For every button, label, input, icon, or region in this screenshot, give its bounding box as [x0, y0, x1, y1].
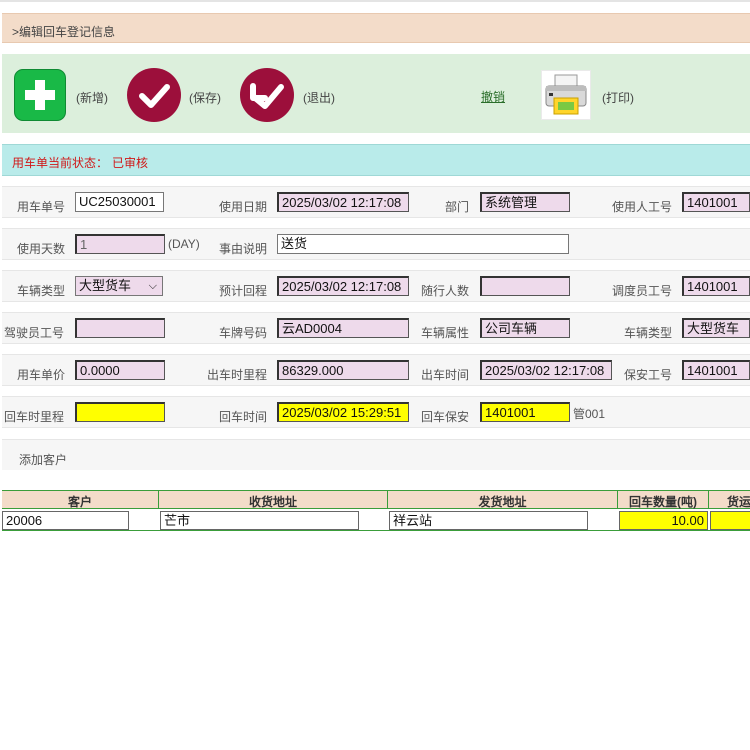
order-no-label: 用车单号 — [17, 200, 66, 214]
vehicle-type-value: 大型货车 — [79, 278, 132, 293]
return-security-field[interactable]: 1401001 — [480, 402, 570, 422]
status-badge: 已审核 — [112, 156, 149, 170]
dept-field[interactable]: 系统管理 — [480, 192, 570, 212]
unit-price-label: 用车单价 — [17, 368, 66, 382]
col-ship-addr: 发货地址 — [478, 495, 527, 509]
return-qty-cell[interactable]: 10.00 — [619, 511, 708, 530]
toolbar: (新增) (保存) (退出) 撤销 (打印) — [2, 54, 750, 133]
out-mileage-field[interactable]: 86329.000 — [277, 360, 409, 380]
save-label[interactable]: (保存) — [189, 89, 221, 106]
user-no-label: 使用人工号 — [612, 200, 673, 214]
unit-price-field[interactable]: 0.0000 — [75, 360, 165, 380]
exit-label[interactable]: (退出) — [303, 89, 335, 106]
vehicle-attr-field[interactable]: 公司车辆 — [480, 318, 570, 338]
col-return-qty: 回车数量(吨) — [629, 495, 697, 509]
vehicle-attr-label: 车辆属性 — [421, 326, 470, 340]
printer-icon — [545, 74, 587, 115]
dept-label: 部门 — [445, 200, 470, 214]
reason-label: 事由说明 — [219, 242, 268, 256]
return-security-name: 管001 — [573, 407, 606, 421]
page-title-bar: >编辑回车登记信息 — [2, 13, 750, 43]
receive-addr-cell[interactable]: 芒市 — [160, 511, 359, 530]
status-label: 用车单当前状态： — [12, 156, 109, 170]
use-date-label: 使用日期 — [219, 200, 268, 214]
days-label: 使用天数 — [17, 242, 66, 256]
print-button[interactable] — [541, 70, 591, 120]
days-unit: (DAY) — [168, 237, 200, 251]
customer-cell[interactable]: 20006 — [2, 511, 129, 530]
reason-field[interactable]: 送货 — [277, 234, 569, 254]
driver-field[interactable] — [75, 318, 165, 338]
ship-addr-cell[interactable]: 祥云站 — [389, 511, 588, 530]
freight-cell[interactable] — [710, 511, 750, 530]
col-customer: 客户 — [67, 495, 92, 509]
checkmark-icon — [139, 84, 170, 108]
status-bar: 用车单当前状态： 已审核 — [2, 144, 750, 176]
out-time-label: 出车时间 — [421, 368, 470, 382]
security-label: 保安工号 — [624, 368, 673, 382]
driver-label: 驾驶员工号 — [4, 326, 65, 340]
vehicle-type2-label: 车辆类型 — [624, 326, 673, 340]
use-date-field[interactable]: 2025/03/02 12:17:08 — [277, 192, 409, 212]
plate-label: 车牌号码 — [219, 326, 268, 340]
vehicle-type-label: 车辆类型 — [17, 284, 66, 298]
out-time-field[interactable]: 2025/03/02 12:17:08 — [480, 360, 612, 380]
add-label[interactable]: (新增) — [76, 89, 108, 106]
companions-label: 随行人数 — [421, 284, 470, 298]
vehicle-type-select[interactable]: 大型货车 ⌵ — [75, 276, 163, 296]
print-label[interactable]: (打印) — [602, 89, 634, 106]
col-freight: 货运 — [726, 495, 750, 509]
out-mileage-label: 出车时里程 — [207, 368, 268, 382]
add-customer-link[interactable]: 添加客户 — [19, 451, 67, 468]
return-mileage-label: 回车时里程 — [4, 410, 65, 424]
exit-arrow-icon — [250, 83, 284, 109]
order-no-field[interactable]: UC25030001 — [75, 192, 164, 212]
days-field[interactable]: 1 — [75, 234, 165, 254]
chevron-down-icon: ⌵ — [148, 280, 157, 292]
return-security-label: 回车保安 — [421, 410, 470, 424]
top-divider — [0, 0, 750, 2]
table-row: 20006 芒市 祥云站 10.00 — [2, 509, 750, 531]
save-button[interactable] — [127, 68, 181, 122]
exit-button[interactable] — [240, 68, 294, 122]
return-mileage-field[interactable] — [75, 402, 165, 422]
dispatcher-field[interactable]: 1401001 — [682, 276, 750, 296]
col-receive-addr: 收货地址 — [248, 495, 297, 509]
revoke-link[interactable]: 撤销 — [481, 88, 505, 105]
plate-field[interactable]: 云AD0004 — [277, 318, 409, 338]
return-time-field[interactable]: 2025/03/02 15:29:51 — [277, 402, 409, 422]
add-button[interactable] — [14, 69, 66, 121]
security-field[interactable]: 1401001 — [682, 360, 750, 380]
table-header: 客户 收货地址 发货地址 回车数量(吨) 货运 — [2, 490, 750, 509]
page-title: >编辑回车登记信息 — [12, 25, 116, 39]
vehicle-type2-field[interactable]: 大型货车 — [682, 318, 750, 338]
return-time-label: 回车时间 — [219, 410, 268, 424]
companions-field[interactable] — [480, 276, 570, 296]
user-no-field[interactable]: 1401001 — [682, 192, 750, 212]
expected-return-field[interactable]: 2025/03/02 12:17:08 — [277, 276, 409, 296]
dispatcher-label: 调度员工号 — [612, 284, 673, 298]
add-customer-row: 添加客户 — [2, 439, 750, 470]
expected-return-label: 预计回程 — [219, 284, 268, 298]
plus-icon — [25, 80, 55, 110]
